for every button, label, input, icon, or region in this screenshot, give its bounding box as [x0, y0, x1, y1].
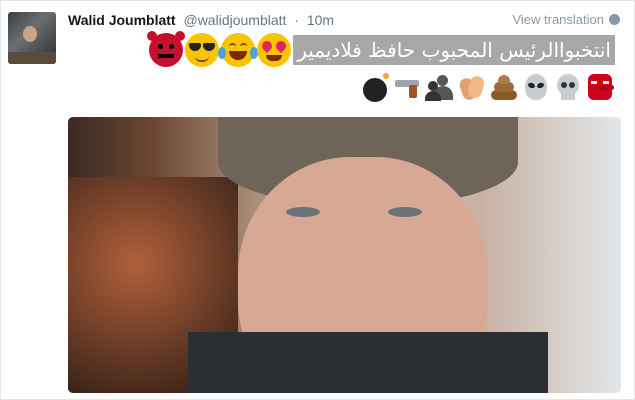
globe-icon — [609, 14, 620, 25]
tweet-text-line-1: انتخبواالرئيس المحبوب حافظ فلاديمير — [147, 31, 615, 69]
alien-emoji — [521, 72, 551, 102]
tweet-header: Walid Joumblatt @walidjoumblatt · 10m — [68, 12, 334, 28]
skull-emoji — [553, 72, 583, 102]
devil-emoji — [147, 31, 186, 67]
view-translation-label: View translation — [512, 12, 604, 27]
tweet-card: Walid Joumblatt @walidjoumblatt · 10m Vi… — [0, 0, 635, 400]
tweet-text-line-2 — [359, 72, 615, 102]
tweet-text: انتخبواالرئيس المحبوب حافظ فلاديمير — [293, 35, 615, 65]
heart-eyes-emoji — [257, 33, 292, 67]
tears-of-joy-emoji — [218, 33, 259, 67]
image-left-eye — [286, 207, 320, 217]
tweet-timestamp[interactable]: 10m — [307, 12, 334, 28]
author-handle[interactable]: @walidjoumblatt — [183, 12, 286, 28]
poop-emoji — [489, 72, 519, 102]
separator-dot: · — [294, 12, 299, 28]
avatar-background — [8, 52, 56, 64]
tengu-mask-emoji — [585, 72, 615, 102]
pistol-emoji — [393, 72, 423, 102]
shadow-people-emoji — [425, 72, 455, 102]
bomb-emoji — [361, 72, 391, 102]
sunglasses-face-emoji — [185, 33, 220, 67]
author-name[interactable]: Walid Joumblatt — [68, 12, 176, 28]
image-right-eye — [388, 207, 422, 217]
image-suit — [188, 332, 548, 393]
clapping-hands-emoji — [457, 72, 487, 102]
avatar[interactable] — [8, 12, 56, 64]
view-translation-link[interactable]: View translation — [512, 12, 620, 27]
tweet-image[interactable] — [68, 117, 621, 393]
avatar-face — [23, 26, 37, 42]
